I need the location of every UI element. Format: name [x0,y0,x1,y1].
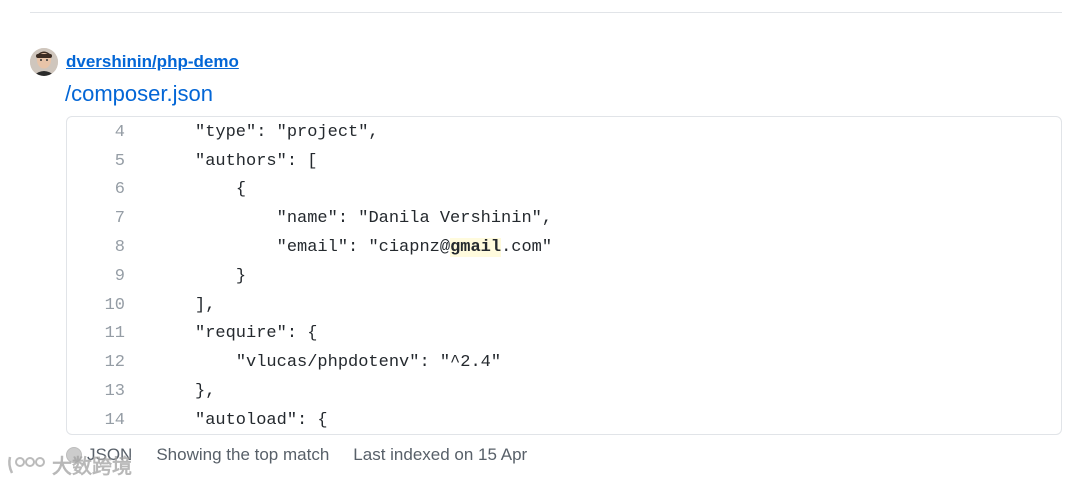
line-number: 4 [114,122,125,142]
code-line: 13}, [67,377,1061,406]
code-line: 6 { [67,176,1061,205]
line-number: 6 [114,180,125,200]
code-text: "name": "Danila Vershinin", [195,209,552,228]
line-number: 14 [104,410,125,430]
code-content: "require": { [195,324,318,344]
code-text: } [195,267,246,286]
code-text: "autoload": { [195,411,328,430]
code-content: "name": "Danila Vershinin", [276,209,553,229]
code-lines: 4 "type": "project", 5 "authors": [6 {7 "na… [67,118,1061,434]
repo-link[interactable]: dvershinin/php-demo [66,52,239,72]
code-snippet: 4 "type": "project", 5 "authors": [6 {7 "na… [66,116,1062,435]
code-text: "email": "ciapnz@gmail.com" [195,238,553,258]
line-number: 12 [104,353,125,373]
file-path-link[interactable]: /composer.json [65,79,213,109]
search-match-highlight: gmail [450,238,502,258]
code-text: "require": { [195,324,317,343]
line-number: 8 [114,238,125,258]
code-text-after-match: .com" [501,238,553,258]
code-line: 8 "email": "ciapnz@gmail.com" [67,233,1061,262]
language-color-dot [66,447,82,463]
line-number: 5 [114,151,125,171]
search-result: dvershinin/php-demo /composer.json [30,46,1062,109]
line-number: 10 [104,295,125,315]
code-line: 5 "authors": [ [67,147,1061,176]
code-text: "vlucas/phpdotenv": "^2.4" [195,353,501,372]
code-content: ], [195,295,216,315]
code-line: 4 "type": "project", [67,118,1061,147]
code-content: } [235,266,247,286]
language-label: JSON [87,445,133,464]
code-content: { [235,180,247,200]
top-divider [30,12,1062,13]
code-content: "type": "project", [195,122,379,142]
code-content: }, [195,382,216,402]
code-text: "type": "project", [195,123,379,142]
code-content: "autoload": { [195,410,328,430]
watermark-logo-icon [8,456,45,474]
avatar[interactable] [30,48,58,76]
line-number: 7 [114,209,125,229]
code-content: "authors": [ [195,151,318,171]
code-line: 14 "autoload": { [67,406,1061,434]
code-line: 7 "name": "Danila Vershinin", [67,204,1061,233]
result-footer: JSON Showing the top match Last indexed … [66,441,527,469]
code-line: 9 } [67,262,1061,291]
code-text: { [195,180,246,199]
line-number: 11 [104,324,125,344]
code-text: "authors": [ [195,152,317,171]
code-line: 10], [67,291,1061,320]
code-content: "vlucas/phpdotenv": "^2.4" [235,353,502,373]
code-line: 11 "require": { [67,320,1061,349]
code-line: 12 "vlucas/phpdotenv": "^2.4" [67,348,1061,377]
code-text-before-match: "email": "ciapnz@ [276,238,451,258]
code-text: ], [195,296,215,315]
code-text: }, [195,382,215,401]
match-info: Showing the top match [156,445,330,464]
line-number: 13 [104,382,125,402]
indexed-info: Last indexed on 15 Apr [353,445,528,464]
line-number: 9 [114,266,125,286]
repo-line: dvershinin/php-demo [30,46,1062,78]
